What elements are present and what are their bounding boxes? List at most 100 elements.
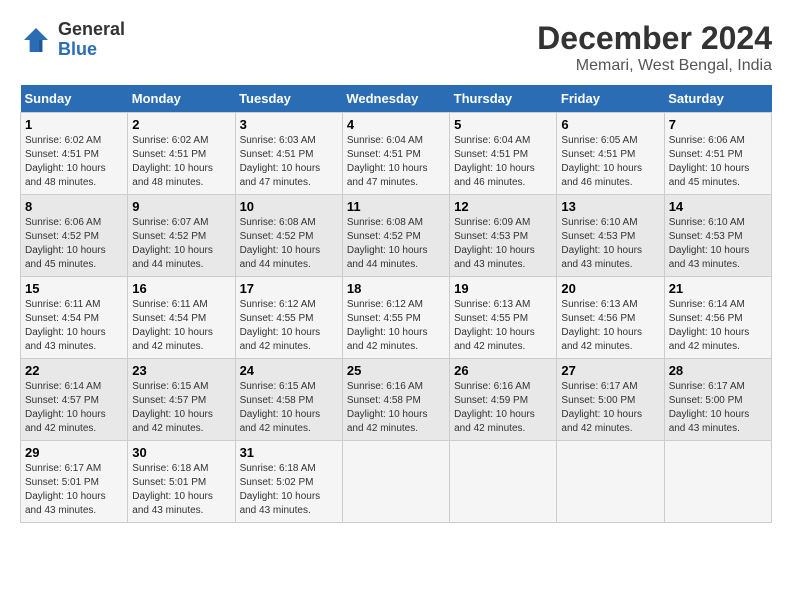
calendar-cell: 4 Sunrise: 6:04 AM Sunset: 4:51 PM Dayli… xyxy=(342,113,449,195)
weekday-header-tuesday: Tuesday xyxy=(235,85,342,113)
calendar-cell xyxy=(450,441,557,523)
weekday-header-thursday: Thursday xyxy=(450,85,557,113)
calendar-cell: 16 Sunrise: 6:11 AM Sunset: 4:54 PM Dayl… xyxy=(128,277,235,359)
calendar-cell: 18 Sunrise: 6:12 AM Sunset: 4:55 PM Dayl… xyxy=(342,277,449,359)
day-number: 29 xyxy=(25,445,123,460)
calendar-cell: 8 Sunrise: 6:06 AM Sunset: 4:52 PM Dayli… xyxy=(21,195,128,277)
day-number: 18 xyxy=(347,281,445,296)
day-number: 4 xyxy=(347,117,445,132)
calendar-cell: 19 Sunrise: 6:13 AM Sunset: 4:55 PM Dayl… xyxy=(450,277,557,359)
day-number: 8 xyxy=(25,199,123,214)
calendar-week-row: 1 Sunrise: 6:02 AM Sunset: 4:51 PM Dayli… xyxy=(21,113,772,195)
calendar-cell: 24 Sunrise: 6:15 AM Sunset: 4:58 PM Dayl… xyxy=(235,359,342,441)
day-number: 15 xyxy=(25,281,123,296)
day-info: Sunrise: 6:17 AM Sunset: 5:00 PM Dayligh… xyxy=(669,380,767,436)
calendar-cell: 31 Sunrise: 6:18 AM Sunset: 5:02 PM Dayl… xyxy=(235,441,342,523)
day-number: 11 xyxy=(347,199,445,214)
day-number: 9 xyxy=(132,199,230,214)
calendar-cell: 15 Sunrise: 6:11 AM Sunset: 4:54 PM Dayl… xyxy=(21,277,128,359)
calendar-week-row: 15 Sunrise: 6:11 AM Sunset: 4:54 PM Dayl… xyxy=(21,277,772,359)
day-info: Sunrise: 6:06 AM Sunset: 4:51 PM Dayligh… xyxy=(669,134,767,190)
day-number: 3 xyxy=(240,117,338,132)
day-number: 24 xyxy=(240,363,338,378)
day-info: Sunrise: 6:07 AM Sunset: 4:52 PM Dayligh… xyxy=(132,216,230,272)
day-number: 16 xyxy=(132,281,230,296)
day-number: 5 xyxy=(454,117,552,132)
calendar-cell: 10 Sunrise: 6:08 AM Sunset: 4:52 PM Dayl… xyxy=(235,195,342,277)
day-number: 2 xyxy=(132,117,230,132)
day-info: Sunrise: 6:18 AM Sunset: 5:02 PM Dayligh… xyxy=(240,462,338,518)
calendar-cell: 22 Sunrise: 6:14 AM Sunset: 4:57 PM Dayl… xyxy=(21,359,128,441)
calendar-cell xyxy=(664,441,771,523)
weekday-header-sunday: Sunday xyxy=(21,85,128,113)
day-number: 25 xyxy=(347,363,445,378)
day-number: 27 xyxy=(561,363,659,378)
day-number: 31 xyxy=(240,445,338,460)
day-info: Sunrise: 6:13 AM Sunset: 4:55 PM Dayligh… xyxy=(454,298,552,354)
calendar-cell: 11 Sunrise: 6:08 AM Sunset: 4:52 PM Dayl… xyxy=(342,195,449,277)
day-number: 26 xyxy=(454,363,552,378)
weekday-header-wednesday: Wednesday xyxy=(342,85,449,113)
day-info: Sunrise: 6:02 AM Sunset: 4:51 PM Dayligh… xyxy=(132,134,230,190)
subtitle: Memari, West Bengal, India xyxy=(537,57,772,75)
day-info: Sunrise: 6:16 AM Sunset: 4:59 PM Dayligh… xyxy=(454,380,552,436)
day-info: Sunrise: 6:02 AM Sunset: 4:51 PM Dayligh… xyxy=(25,134,123,190)
header: General Blue December 2024 Memari, West … xyxy=(20,20,772,75)
day-info: Sunrise: 6:18 AM Sunset: 5:01 PM Dayligh… xyxy=(132,462,230,518)
calendar-cell: 27 Sunrise: 6:17 AM Sunset: 5:00 PM Dayl… xyxy=(557,359,664,441)
weekday-header-monday: Monday xyxy=(128,85,235,113)
day-info: Sunrise: 6:14 AM Sunset: 4:56 PM Dayligh… xyxy=(669,298,767,354)
day-number: 28 xyxy=(669,363,767,378)
day-info: Sunrise: 6:14 AM Sunset: 4:57 PM Dayligh… xyxy=(25,380,123,436)
day-info: Sunrise: 6:06 AM Sunset: 4:52 PM Dayligh… xyxy=(25,216,123,272)
title-area: December 2024 Memari, West Bengal, India xyxy=(537,20,772,75)
day-info: Sunrise: 6:10 AM Sunset: 4:53 PM Dayligh… xyxy=(669,216,767,272)
day-number: 10 xyxy=(240,199,338,214)
day-info: Sunrise: 6:15 AM Sunset: 4:57 PM Dayligh… xyxy=(132,380,230,436)
logo-line1: General xyxy=(58,20,125,40)
calendar-cell: 14 Sunrise: 6:10 AM Sunset: 4:53 PM Dayl… xyxy=(664,195,771,277)
day-number: 23 xyxy=(132,363,230,378)
day-info: Sunrise: 6:13 AM Sunset: 4:56 PM Dayligh… xyxy=(561,298,659,354)
calendar-cell xyxy=(342,441,449,523)
calendar-cell: 2 Sunrise: 6:02 AM Sunset: 4:51 PM Dayli… xyxy=(128,113,235,195)
calendar-cell: 6 Sunrise: 6:05 AM Sunset: 4:51 PM Dayli… xyxy=(557,113,664,195)
day-info: Sunrise: 6:17 AM Sunset: 5:00 PM Dayligh… xyxy=(561,380,659,436)
main-title: December 2024 xyxy=(537,20,772,57)
day-info: Sunrise: 6:12 AM Sunset: 4:55 PM Dayligh… xyxy=(347,298,445,354)
calendar-cell: 5 Sunrise: 6:04 AM Sunset: 4:51 PM Dayli… xyxy=(450,113,557,195)
calendar-cell: 20 Sunrise: 6:13 AM Sunset: 4:56 PM Dayl… xyxy=(557,277,664,359)
calendar-cell: 3 Sunrise: 6:03 AM Sunset: 4:51 PM Dayli… xyxy=(235,113,342,195)
calendar-cell: 21 Sunrise: 6:14 AM Sunset: 4:56 PM Dayl… xyxy=(664,277,771,359)
calendar-cell: 13 Sunrise: 6:10 AM Sunset: 4:53 PM Dayl… xyxy=(557,195,664,277)
day-number: 7 xyxy=(669,117,767,132)
day-info: Sunrise: 6:10 AM Sunset: 4:53 PM Dayligh… xyxy=(561,216,659,272)
day-info: Sunrise: 6:11 AM Sunset: 4:54 PM Dayligh… xyxy=(25,298,123,354)
day-number: 13 xyxy=(561,199,659,214)
day-info: Sunrise: 6:08 AM Sunset: 4:52 PM Dayligh… xyxy=(347,216,445,272)
day-number: 12 xyxy=(454,199,552,214)
day-info: Sunrise: 6:03 AM Sunset: 4:51 PM Dayligh… xyxy=(240,134,338,190)
calendar-cell: 1 Sunrise: 6:02 AM Sunset: 4:51 PM Dayli… xyxy=(21,113,128,195)
calendar-week-row: 22 Sunrise: 6:14 AM Sunset: 4:57 PM Dayl… xyxy=(21,359,772,441)
calendar-week-row: 29 Sunrise: 6:17 AM Sunset: 5:01 PM Dayl… xyxy=(21,441,772,523)
weekday-header-saturday: Saturday xyxy=(664,85,771,113)
calendar-cell: 12 Sunrise: 6:09 AM Sunset: 4:53 PM Dayl… xyxy=(450,195,557,277)
calendar-cell: 29 Sunrise: 6:17 AM Sunset: 5:01 PM Dayl… xyxy=(21,441,128,523)
calendar-cell: 28 Sunrise: 6:17 AM Sunset: 5:00 PM Dayl… xyxy=(664,359,771,441)
logo-line2: Blue xyxy=(58,40,125,60)
calendar-cell: 7 Sunrise: 6:06 AM Sunset: 4:51 PM Dayli… xyxy=(664,113,771,195)
day-number: 1 xyxy=(25,117,123,132)
day-info: Sunrise: 6:15 AM Sunset: 4:58 PM Dayligh… xyxy=(240,380,338,436)
day-number: 17 xyxy=(240,281,338,296)
day-number: 20 xyxy=(561,281,659,296)
logo-text: General Blue xyxy=(58,20,125,60)
day-info: Sunrise: 6:12 AM Sunset: 4:55 PM Dayligh… xyxy=(240,298,338,354)
day-info: Sunrise: 6:04 AM Sunset: 4:51 PM Dayligh… xyxy=(347,134,445,190)
day-number: 19 xyxy=(454,281,552,296)
day-info: Sunrise: 6:05 AM Sunset: 4:51 PM Dayligh… xyxy=(561,134,659,190)
day-number: 6 xyxy=(561,117,659,132)
logo-icon xyxy=(20,24,52,56)
calendar-cell: 23 Sunrise: 6:15 AM Sunset: 4:57 PM Dayl… xyxy=(128,359,235,441)
calendar-cell xyxy=(557,441,664,523)
